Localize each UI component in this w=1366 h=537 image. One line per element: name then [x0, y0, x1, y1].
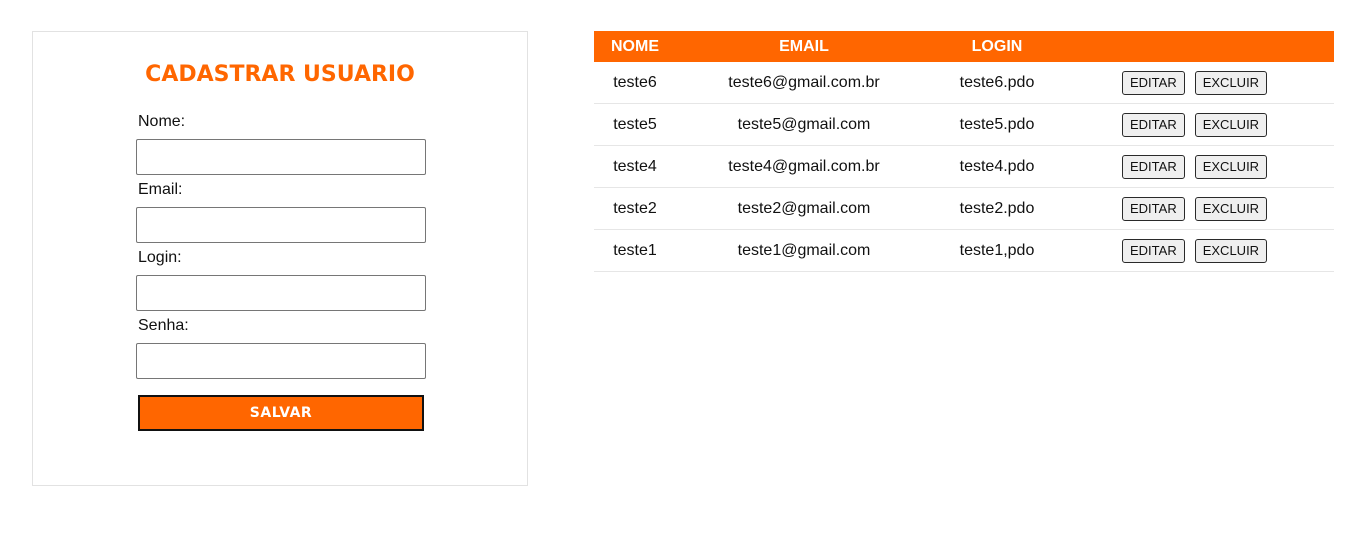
- cell-login: teste6.pdo: [932, 62, 1062, 104]
- users-table: NOME EMAIL LOGIN teste6 teste6@gmail.com…: [594, 31, 1334, 272]
- cell-actions: EDITAR EXCLUIR: [1062, 145, 1334, 188]
- edit-button[interactable]: EDITAR: [1122, 112, 1185, 137]
- register-user-form: CADASTRAR USUARIO Nome: Email: Login: Se…: [32, 31, 528, 486]
- cell-actions: EDITAR EXCLUIR: [1062, 62, 1334, 104]
- table-header-row: NOME EMAIL LOGIN: [594, 31, 1334, 62]
- login-label: Login:: [138, 249, 182, 266]
- cell-email: teste2@gmail.com: [676, 187, 932, 230]
- cell-email: teste5@gmail.com: [676, 103, 932, 146]
- edit-button[interactable]: EDITAR: [1122, 196, 1185, 221]
- cell-email: teste6@gmail.com.br: [676, 62, 932, 104]
- password-input[interactable]: [136, 343, 426, 379]
- cell-login: teste4.pdo: [932, 145, 1062, 188]
- cell-nome: teste1: [594, 229, 676, 272]
- table-row: teste6 teste6@gmail.com.br teste6.pdo ED…: [594, 62, 1334, 104]
- cell-login: teste5.pdo: [932, 103, 1062, 146]
- cell-actions: EDITAR EXCLUIR: [1062, 187, 1334, 230]
- header-actions: [1062, 31, 1334, 62]
- header-login: LOGIN: [932, 31, 1062, 62]
- cell-email: teste1@gmail.com: [676, 229, 932, 272]
- cell-login: teste2.pdo: [932, 187, 1062, 230]
- delete-button[interactable]: EXCLUIR: [1194, 154, 1268, 179]
- email-label: Email:: [138, 181, 183, 198]
- name-input[interactable]: [136, 139, 426, 175]
- cell-nome: teste5: [594, 103, 676, 146]
- header-email: EMAIL: [676, 31, 932, 62]
- password-label: Senha:: [138, 317, 189, 334]
- header-nome: NOME: [594, 31, 676, 62]
- delete-button[interactable]: EXCLUIR: [1194, 238, 1268, 263]
- name-label: Nome:: [138, 113, 186, 130]
- cell-actions: EDITAR EXCLUIR: [1062, 103, 1334, 146]
- cell-actions: EDITAR EXCLUIR: [1062, 229, 1334, 272]
- edit-button[interactable]: EDITAR: [1122, 238, 1185, 263]
- save-button[interactable]: SALVAR: [138, 395, 424, 431]
- table-row: teste4 teste4@gmail.com.br teste4.pdo ED…: [594, 145, 1334, 188]
- edit-button[interactable]: EDITAR: [1122, 154, 1185, 179]
- email-input[interactable]: [136, 207, 426, 243]
- edit-button[interactable]: EDITAR: [1122, 70, 1185, 95]
- delete-button[interactable]: EXCLUIR: [1194, 70, 1268, 95]
- cell-nome: teste2: [594, 187, 676, 230]
- cell-nome: teste6: [594, 62, 676, 104]
- delete-button[interactable]: EXCLUIR: [1194, 196, 1268, 221]
- delete-button[interactable]: EXCLUIR: [1194, 112, 1268, 137]
- form-title: CADASTRAR USUARIO: [145, 62, 415, 87]
- table-row: teste2 teste2@gmail.com teste2.pdo EDITA…: [594, 187, 1334, 230]
- cell-nome: teste4: [594, 145, 676, 188]
- table-row: teste5 teste5@gmail.com teste5.pdo EDITA…: [594, 103, 1334, 146]
- cell-login: teste1,pdo: [932, 229, 1062, 272]
- table-row: teste1 teste1@gmail.com teste1,pdo EDITA…: [594, 229, 1334, 272]
- login-input[interactable]: [136, 275, 426, 311]
- cell-email: teste4@gmail.com.br: [676, 145, 932, 188]
